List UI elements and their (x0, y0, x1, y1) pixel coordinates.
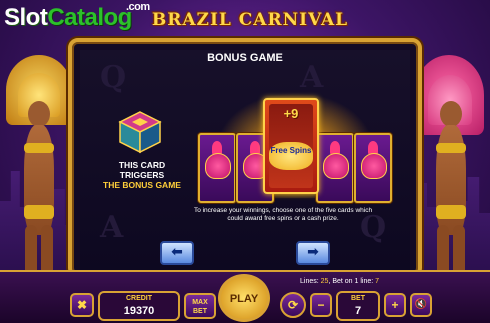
carnival-mask-icon (205, 153, 231, 179)
bet-on-line-value: 7 (375, 278, 380, 285)
bet-display: BET 7 (336, 291, 380, 321)
credit-label: CREDIT (125, 295, 153, 302)
bonus-card[interactable] (354, 133, 392, 203)
minus-icon: − (317, 298, 325, 312)
close-icon: ✖ (76, 298, 88, 312)
autoplay-button[interactable]: ⟳ (280, 292, 306, 318)
game-title: BRAZIL CARNIVAL (151, 10, 349, 30)
dancer-bottom (24, 205, 54, 219)
dancer-head (28, 101, 50, 127)
next-page-button[interactable]: ➡ (296, 241, 330, 265)
bet-label: BET (351, 295, 365, 302)
trigger-text: THIS CARD TRIGGERS THE BONUS GAME (94, 160, 190, 190)
free-spins-label: Free Spins (269, 142, 313, 170)
dancer-top (436, 143, 466, 153)
bet-increase-button[interactable]: + (384, 293, 406, 317)
trigger-line-1: THIS CARD (118, 160, 166, 170)
prev-page-button[interactable]: ⬅ (160, 241, 194, 265)
close-button[interactable]: ✖ (70, 293, 94, 317)
arrow-left-icon: ⬅ (171, 244, 183, 260)
arrow-right-icon: ➡ (307, 244, 319, 260)
revealed-bonus-card[interactable]: +9 Free Spins (263, 98, 319, 194)
bonus-description: To increase your winnings, choose one of… (193, 207, 373, 222)
lines-bet-info: Lines: 25, Bet on 1 line: 7 (300, 278, 380, 285)
free-spins-count: +9 (283, 106, 299, 121)
bonus-card[interactable] (198, 133, 236, 203)
carnival-mask-icon (361, 153, 387, 179)
plus-icon: + (391, 298, 399, 312)
autoplay-icon: ⟳ (287, 298, 299, 312)
credit-value: 19370 (123, 305, 155, 317)
trigger-line-2: TRIGGERS (119, 170, 165, 180)
play-button[interactable]: PLAY (218, 274, 270, 322)
game-stage: SlotCatalog .com BRAZIL CARNIVAL Q A A Q… (0, 0, 490, 323)
samba-dancer-left (2, 55, 76, 285)
lines-label: Lines: (300, 278, 319, 285)
dancer-head (440, 101, 462, 127)
logo-slot-text: Slot (4, 4, 48, 31)
max-bet-button[interactable]: MAX BET (184, 293, 216, 319)
max-bet-label-2: BET (193, 308, 207, 315)
bonus-chest-icon (118, 111, 162, 154)
bonus-game-heading: BONUS GAME (207, 52, 283, 64)
lines-value: 25 (320, 278, 329, 285)
dancer-top (24, 143, 54, 153)
bonus-card[interactable] (316, 133, 354, 203)
bet-on-line-label: Bet on 1 line: (332, 278, 374, 285)
dancer-bottom (436, 205, 466, 219)
credit-display: CREDIT 19370 (98, 291, 180, 321)
mute-icon: 🔇 (414, 299, 428, 310)
bet-decrease-button[interactable]: − (310, 293, 332, 317)
sound-toggle-button[interactable]: 🔇 (410, 293, 432, 317)
trigger-line-3: THE BONUS GAME (103, 180, 181, 190)
faded-symbol-q: Q (100, 60, 127, 95)
faded-symbol-a: A (100, 210, 124, 245)
samba-dancer-right (414, 55, 488, 285)
logo-domain-suffix: .com (126, 1, 150, 13)
logo-catalog-text: Catalog (47, 4, 132, 31)
max-bet-label-1: MAX (192, 299, 208, 306)
bet-value: 7 (354, 305, 362, 317)
carnival-mask-icon (323, 153, 349, 179)
